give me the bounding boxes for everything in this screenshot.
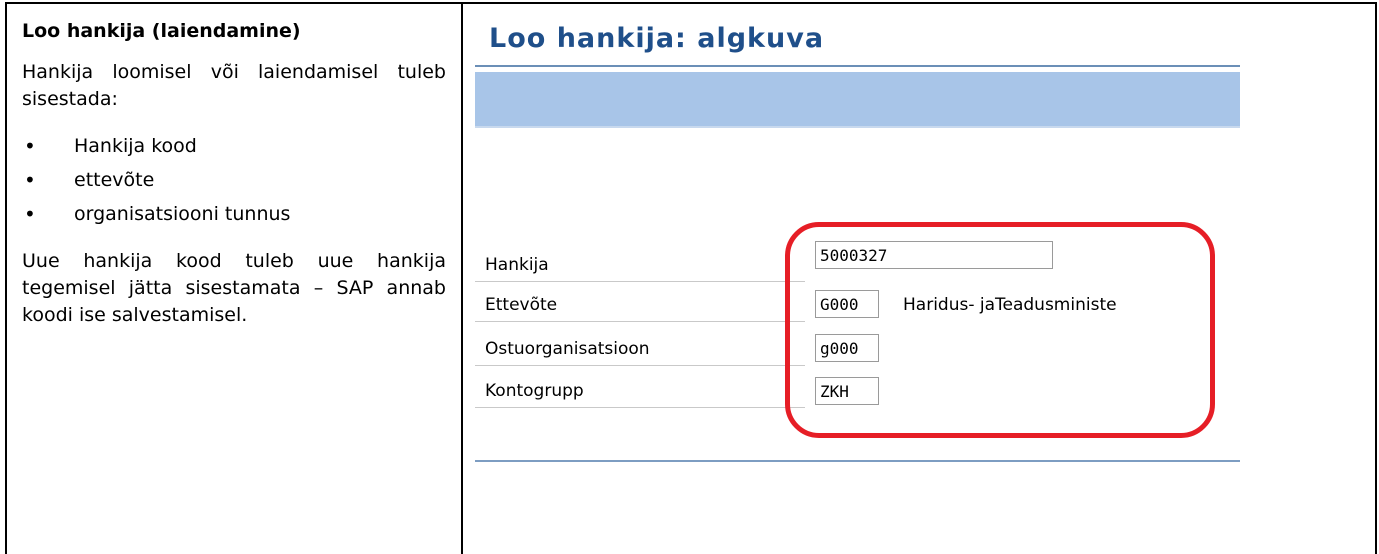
row-divider: [475, 365, 805, 366]
table-border-top: [5, 2, 1377, 4]
account-group-label: Kontogrupp: [485, 381, 584, 401]
instructions-heading: Loo hankija (laiendamine): [22, 20, 301, 42]
row-divider: [475, 281, 805, 282]
purchasing-org-label: Ostuorganisatsioon: [485, 339, 650, 359]
table-border-left: [5, 2, 7, 554]
company-code-label: Ettevõte: [485, 295, 558, 315]
table-border-right: [1375, 2, 1377, 554]
highlight-annotation: [785, 222, 1215, 438]
instructions-intro: Hankija loomisel või laiendamisel tuleb …: [22, 61, 446, 110]
instructions-note: Uue hankija kood tuleb uue hankija tegem…: [22, 250, 446, 326]
list-item: Hankija kood: [22, 133, 446, 160]
vendor-label: Hankija: [485, 255, 549, 275]
toolbar-band: [475, 72, 1240, 126]
row-divider: [475, 321, 805, 322]
screen-bottom-separator: [475, 460, 1240, 462]
list-item: ettevõte: [22, 167, 446, 194]
instructions-cell: Loo hankija (laiendamine) Hankija loomis…: [22, 18, 446, 329]
sap-screenshot: Loo hankija: algkuva Hankija Ettevõte Ha…: [475, 18, 1240, 478]
title-separator: [475, 65, 1240, 67]
toolbar-separator: [475, 126, 1240, 128]
required-fields-list: Hankija kood ettevõte organisatsiooni tu…: [22, 133, 446, 228]
screen-title: Loo hankija: algkuva: [489, 23, 825, 54]
row-divider: [475, 407, 805, 408]
list-item: organisatsiooni tunnus: [22, 201, 446, 228]
table-column-divider: [461, 2, 463, 554]
